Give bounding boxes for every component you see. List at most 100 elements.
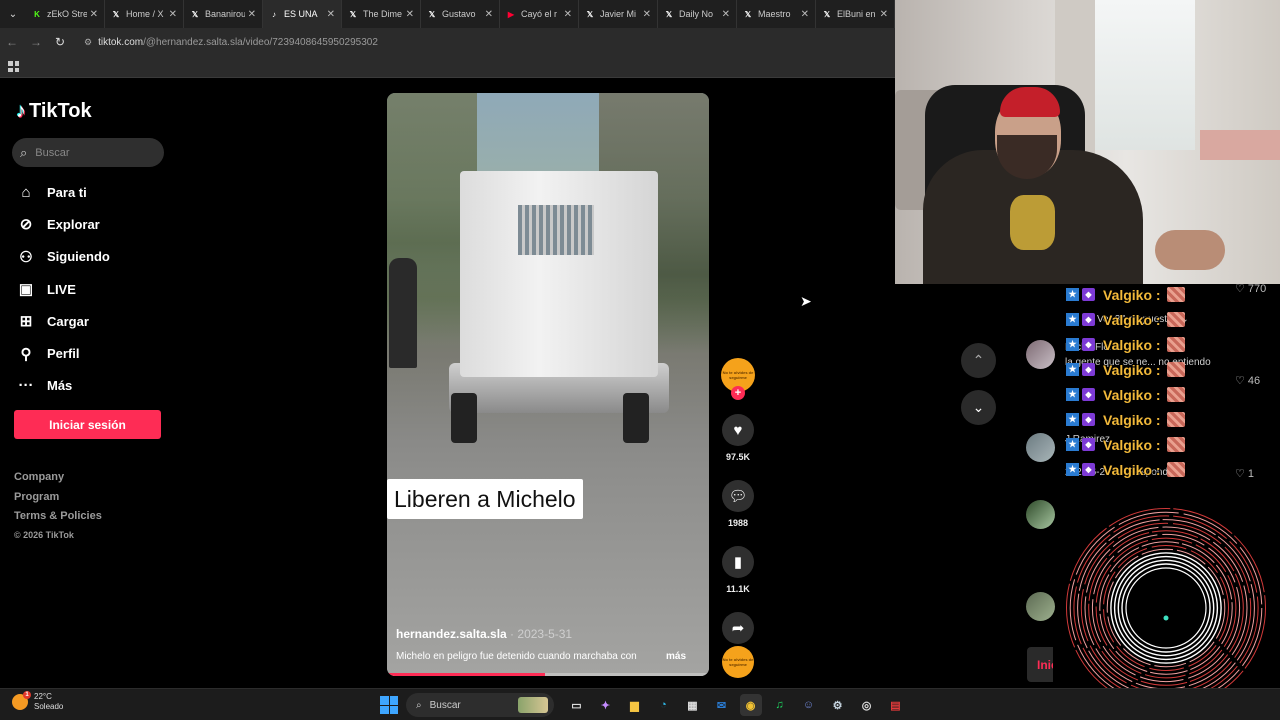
sidebar-item-perfil[interactable]: ⚲ Perfil — [16, 337, 186, 369]
obs-icon[interactable]: ◎ — [856, 694, 878, 716]
comment-avatar[interactable] — [1026, 340, 1055, 369]
reload-icon[interactable]: ↻ — [48, 35, 72, 49]
url-field[interactable]: ⚙ tiktok.com/@hernandez.salta.sla/video/… — [84, 32, 895, 52]
comment-like-count[interactable]: ♡ 46 — [1235, 374, 1260, 387]
heart-icon[interactable]: ♥ — [722, 414, 754, 446]
close-icon[interactable]: ✕ — [248, 9, 256, 20]
steam-icon[interactable]: ⚙ — [827, 694, 849, 716]
close-icon[interactable]: ✕ — [880, 9, 888, 20]
save-action[interactable]: ▮ 11.1K — [716, 546, 760, 594]
sound-avatar[interactable]: No te olvides de seguirme — [722, 646, 754, 678]
forward-icon[interactable]: → — [24, 35, 48, 49]
close-icon[interactable]: ✕ — [485, 9, 493, 20]
login-button[interactable]: Iniciar sesión — [14, 410, 161, 439]
close-icon[interactable]: ✕ — [327, 9, 335, 20]
browser-tab[interactable]: ♪ ES UNA ✕ — [263, 0, 342, 28]
comment-icon[interactable]: 💬︎ — [722, 480, 754, 512]
video-player[interactable]: Liberen a Michelo hernandez.salta.sla · … — [387, 93, 709, 676]
footer-link-program[interactable]: Program — [14, 491, 102, 511]
discord-icon[interactable]: ☺ — [798, 694, 820, 716]
video-progress-bar[interactable] — [387, 673, 709, 676]
tab-title: Daily No — [679, 9, 714, 19]
apps-grid-icon[interactable] — [8, 61, 19, 72]
bookmark-icon[interactable]: ▮ — [722, 546, 754, 578]
tiktok-logo[interactable]: ♪ TikTok — [16, 100, 92, 123]
subscriber-badge-icon: ◆ — [1082, 313, 1095, 326]
search-icon: ⌕ — [20, 144, 28, 160]
stream-app-icon[interactable]: ▤ — [885, 694, 907, 716]
subscriber-badge-icon: ◆ — [1082, 438, 1095, 451]
close-icon[interactable]: ✕ — [90, 9, 98, 20]
like-action[interactable]: ♥ 97.5K — [716, 414, 760, 462]
subscriber-badge-icon: ◆ — [1082, 463, 1095, 476]
video-author[interactable]: hernandez.salta.sla — [396, 627, 507, 641]
browser-tab[interactable]: 𝕏 Daily No ✕ — [658, 0, 737, 28]
more-icon: ··· — [18, 377, 34, 395]
chrome-icon[interactable]: ◉ — [739, 694, 762, 716]
browser-tab[interactable]: 𝕏 The Dime ✕ — [342, 0, 421, 28]
close-icon[interactable]: ✕ — [643, 9, 651, 20]
next-video-button[interactable]: ⌄ — [961, 390, 996, 425]
share-icon[interactable]: ➦ — [722, 612, 754, 644]
sidebar-item-para-ti[interactable]: ⌂ Para ti — [16, 176, 186, 208]
browser-tab[interactable]: 𝕏 Home / X ✕ — [105, 0, 184, 28]
spotify-icon[interactable]: ♫ — [769, 694, 791, 716]
login-button-partial[interactable]: Inic — [1027, 647, 1053, 682]
tab-search-button[interactable]: ⌄ — [0, 0, 26, 28]
close-icon[interactable]: ✕ — [801, 9, 809, 20]
comment-avatar[interactable] — [1026, 433, 1055, 462]
x-icon: 𝕏 — [112, 9, 120, 19]
youtube-icon: ▶ — [507, 9, 515, 19]
sidebar-item-siguiendo[interactable]: ⚇ Siguiendo — [16, 241, 186, 273]
comment-avatar[interactable] — [1026, 592, 1055, 621]
comment-avatar[interactable] — [1026, 500, 1055, 529]
comment-like-count[interactable]: ♡ 1 — [1235, 467, 1254, 480]
outlook-icon[interactable]: ✉ — [711, 694, 733, 716]
sidebar-item-cargar[interactable]: ⊞ Cargar — [16, 305, 186, 337]
previous-video-button[interactable]: ⌃ — [961, 343, 996, 378]
browser-tab[interactable]: 𝕏 ElBuni en ✕ — [816, 0, 895, 28]
video-date: 2023-5-31 — [517, 627, 573, 641]
comment-action[interactable]: 💬︎ 1988 — [716, 480, 760, 528]
browser-tab[interactable]: 𝕏 Gustavo ✕ — [421, 0, 500, 28]
subscriber-badge-icon: ◆ — [1082, 413, 1095, 426]
back-icon[interactable]: ← — [0, 35, 24, 49]
x-icon: 𝕏 — [191, 9, 199, 19]
chat-username: Valgiko — [1103, 311, 1153, 328]
url-path: /@hernandez.salta.sla/video/723940864595… — [143, 36, 378, 48]
footer-link-terms[interactable]: Terms & Policies — [14, 510, 102, 530]
site-info-icon[interactable]: ⚙ — [84, 37, 92, 48]
video-author-line: hernandez.salta.sla · 2023-5-31 — [396, 627, 573, 641]
close-icon[interactable]: ✕ — [169, 9, 177, 20]
footer-link-company[interactable]: Company — [14, 471, 102, 491]
search-input[interactable]: ⌕ Buscar — [12, 138, 164, 167]
creator-avatar[interactable]: No te olvides de seguirme + — [721, 358, 755, 400]
browser-tab[interactable]: 𝕏 Javier Mi ✕ — [579, 0, 658, 28]
browser-tab[interactable]: 𝕏 Bananirou ✕ — [184, 0, 263, 28]
task-view-icon[interactable]: ▭ — [566, 694, 588, 716]
visualizer-core — [1125, 567, 1207, 649]
store-icon[interactable]: ▦ — [682, 694, 704, 716]
weather-widget[interactable]: 1 22°C Soleado — [12, 691, 63, 712]
browser-tab[interactable]: KzEkO Stre ✕ — [26, 0, 105, 28]
browser-tab[interactable]: ▶ Cayó el r ✕ — [500, 0, 579, 28]
close-icon[interactable]: ✕ — [722, 9, 730, 20]
file-explorer-icon[interactable]: ▆ — [624, 694, 646, 716]
close-icon[interactable]: ✕ — [406, 9, 414, 20]
sidebar-item-live[interactable]: ▣ LIVE — [16, 273, 186, 305]
url-domain: tiktok.com — [98, 36, 144, 48]
chat-message: ★ ◆ Valgiko : — [1066, 407, 1206, 432]
close-icon[interactable]: ✕ — [564, 9, 572, 20]
browser-tab[interactable]: 𝕏 Maestro ✕ — [737, 0, 816, 28]
sidebar-item-explorar[interactable]: ⊘ Explorar — [16, 208, 186, 240]
home-icon: ⌂ — [21, 183, 31, 201]
taskbar-search[interactable]: ⌕ Buscar — [406, 693, 554, 717]
badge-icon: ★ — [1066, 413, 1079, 426]
edge-icon[interactable]: ◔ — [653, 694, 675, 716]
windows-start-icon[interactable] — [380, 696, 398, 714]
more-link[interactable]: más — [666, 651, 686, 662]
copilot-icon[interactable]: ✦ — [595, 694, 617, 716]
follow-plus-icon[interactable]: + — [731, 386, 745, 400]
sidebar-item-más[interactable]: ··· Más — [16, 370, 186, 402]
tab-title: zEkO Stre — [47, 9, 87, 19]
